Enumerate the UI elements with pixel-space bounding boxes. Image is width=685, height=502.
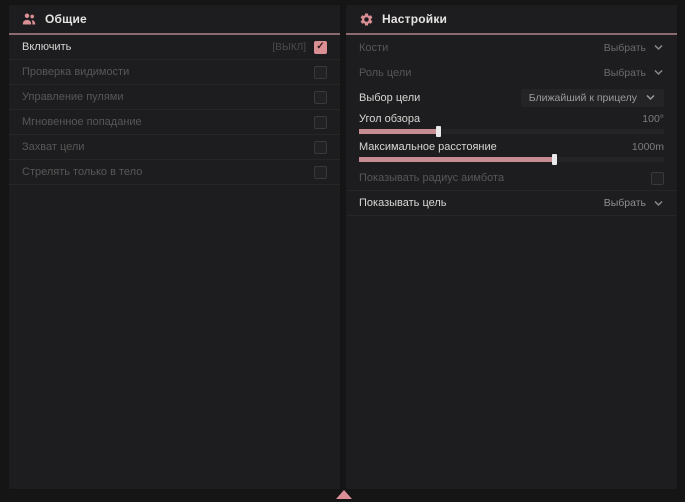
app-background: { "colors": { "accent": "#d98f93", "acce… xyxy=(0,0,685,502)
panel-settings: Настройки Кости Выбрать Роль цели Выбрат… xyxy=(345,4,678,490)
target-role-dropdown[interactable]: Выбрать xyxy=(604,67,664,79)
row-label: Показывать радиус аимбота xyxy=(359,172,504,184)
show-radius-checkbox[interactable] xyxy=(651,172,664,185)
hotkey-hint: [ВЫКЛ] xyxy=(273,42,306,53)
row-label: Мгновенное попадание xyxy=(22,116,142,128)
slider-handle[interactable] xyxy=(436,126,441,137)
chevron-down-icon xyxy=(645,92,656,103)
row-visibility-check: Проверка видимости xyxy=(9,60,340,85)
dropdown-value: Выбрать xyxy=(604,67,646,79)
check-icon: ✓ xyxy=(316,42,324,52)
row-label: Стрелять только в тело xyxy=(22,166,142,178)
fov-slider-block: Угол обзора 100° xyxy=(346,110,677,138)
row-label: Управление пулями xyxy=(22,91,124,103)
panel-title: Настройки xyxy=(382,12,447,26)
chevron-down-icon xyxy=(653,67,664,78)
row-label: Угол обзора xyxy=(359,113,420,125)
instant-hit-checkbox[interactable] xyxy=(314,116,327,129)
general-rows: Включить [ВЫКЛ] ✓ Проверка видимости Упр… xyxy=(9,35,340,185)
row-target-lock: Захват цели xyxy=(9,135,340,160)
fov-value: 100° xyxy=(642,113,664,125)
bullet-control-checkbox[interactable] xyxy=(314,91,327,104)
row-label: Выбор цели xyxy=(359,92,420,104)
show-target-dropdown[interactable]: Выбрать xyxy=(604,197,664,209)
row-show-radius: Показывать радиус аимбота xyxy=(346,166,677,191)
distance-value: 1000m xyxy=(632,141,664,153)
panel-general: Общие Включить [ВЫКЛ] ✓ Проверка видимос… xyxy=(8,4,341,490)
row-label: Показывать цель xyxy=(359,197,447,209)
chevron-down-icon xyxy=(653,198,664,209)
panel-settings-header[interactable]: Настройки xyxy=(346,5,677,33)
slider-fill xyxy=(359,129,438,134)
slider-handle[interactable] xyxy=(552,154,557,165)
distance-slider-block: Максимальное расстояние 1000m xyxy=(346,138,677,166)
row-instant-hit: Мгновенное попадание xyxy=(9,110,340,135)
row-bullet-control: Управление пулями xyxy=(9,85,340,110)
gear-icon xyxy=(358,11,374,27)
dropdown-value: Выбрать xyxy=(604,42,646,54)
scroll-up-triangle[interactable] xyxy=(336,490,352,499)
row-show-target: Показывать цель Выбрать xyxy=(346,191,677,216)
users-icon xyxy=(21,11,37,27)
panel-title: Общие xyxy=(45,12,87,26)
chevron-down-icon xyxy=(653,42,664,53)
panel-general-header[interactable]: Общие xyxy=(9,5,340,33)
row-label: Максимальное расстояние xyxy=(359,141,497,153)
row-enable: Включить [ВЫКЛ] ✓ xyxy=(9,35,340,60)
row-target-select: Выбор цели Ближайший к прицелу xyxy=(346,85,677,110)
row-label: Проверка видимости xyxy=(22,66,129,78)
row-label: Кости xyxy=(359,42,388,54)
target-select-combo[interactable]: Ближайший к прицелу xyxy=(521,89,664,107)
row-label: Включить xyxy=(22,41,71,53)
bones-dropdown[interactable]: Выбрать xyxy=(604,42,664,54)
row-bones: Кости Выбрать xyxy=(346,35,677,60)
body-only-checkbox[interactable] xyxy=(314,166,327,179)
row-target-role: Роль цели Выбрать xyxy=(346,60,677,85)
target-lock-checkbox[interactable] xyxy=(314,141,327,154)
dropdown-value: Выбрать xyxy=(604,197,646,209)
distance-slider[interactable] xyxy=(359,157,664,162)
enable-checkbox[interactable]: ✓ xyxy=(314,41,327,54)
row-label: Роль цели xyxy=(359,67,411,79)
row-body-only: Стрелять только в тело xyxy=(9,160,340,185)
row-label: Захват цели xyxy=(22,141,84,153)
fov-slider[interactable] xyxy=(359,129,664,134)
combo-value: Ближайший к прицелу xyxy=(529,92,637,104)
visibility-check-checkbox[interactable] xyxy=(314,66,327,79)
slider-fill xyxy=(359,157,554,162)
settings-rows: Кости Выбрать Роль цели Выбрать Выбор це… xyxy=(346,35,677,216)
